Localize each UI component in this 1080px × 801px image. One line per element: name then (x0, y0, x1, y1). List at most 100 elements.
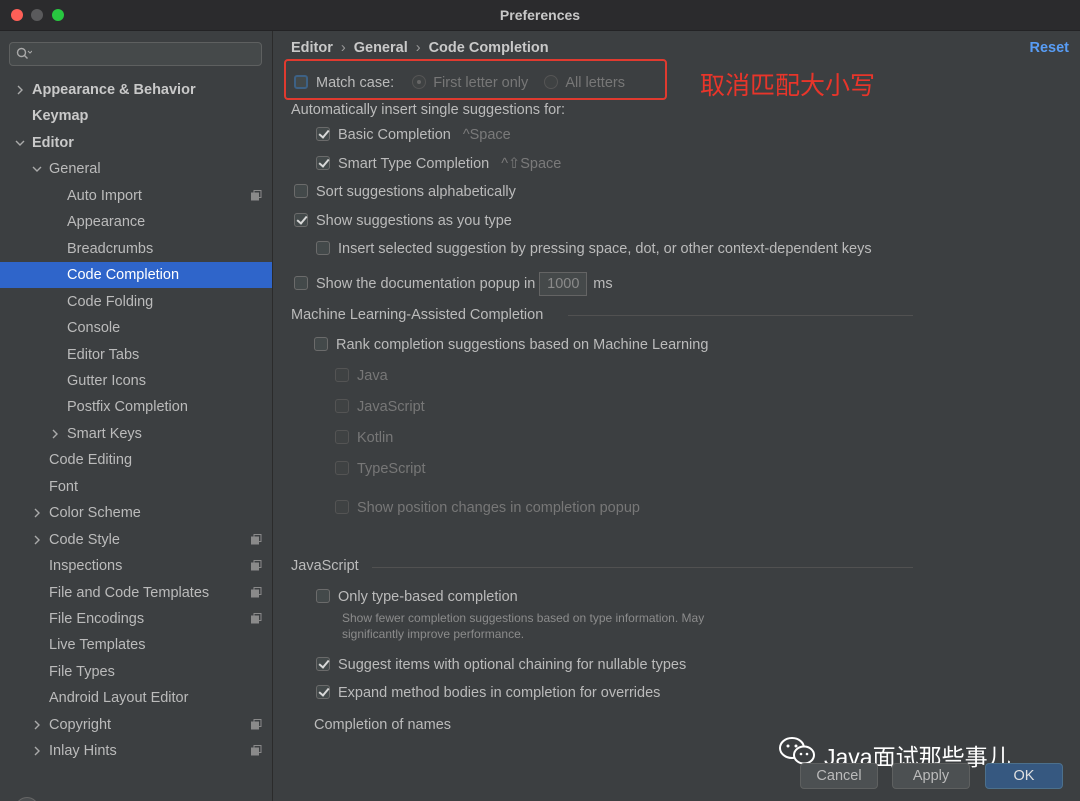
basic-completion-row: Basic Completion ^Space (316, 127, 511, 143)
smart-completion-shortcut: ^⇧Space (501, 156, 562, 172)
js-hint-line-2: significantly improve performance. (342, 627, 525, 641)
js-expand-method-checkbox[interactable] (316, 685, 330, 699)
cancel-button[interactable]: Cancel (800, 763, 878, 789)
insert-selected-label: Insert selected suggestion by pressing s… (338, 241, 872, 257)
doc-popup-checkbox[interactable] (294, 275, 308, 290)
chevron-right-icon[interactable] (32, 720, 42, 730)
settings-sidebar: Appearance & Behavior Keymap Editor General… (0, 31, 273, 801)
sidebar-item-appearance[interactable]: Appearance (0, 209, 272, 235)
ml-typescript-row: TypeScript (335, 461, 426, 477)
project-scope-icon (251, 560, 262, 571)
js-only-type-row: Only type-based completion (316, 589, 518, 605)
sidebar-item-label: Console (67, 320, 121, 337)
chevron-right-icon[interactable] (15, 85, 25, 95)
breadcrumb-editor[interactable]: Editor (291, 40, 333, 56)
sidebar-item-inlay-hints[interactable]: Inlay Hints (0, 738, 272, 764)
sidebar-item-code-folding[interactable]: Code Folding (0, 289, 272, 315)
sidebar-item-editor[interactable]: Editor (0, 130, 272, 156)
basic-completion-shortcut: ^Space (462, 127, 511, 143)
project-scope-icon (251, 533, 262, 545)
ml-rank-checkbox[interactable] (314, 337, 328, 351)
chevron-down-icon[interactable] (15, 138, 25, 148)
sort-alpha-checkbox[interactable] (294, 184, 308, 198)
ml-kotlin-row: Kotlin (335, 430, 393, 446)
ml-java-row: Java (335, 368, 388, 384)
breadcrumb-current: Code Completion (428, 40, 549, 56)
insert-selected-checkbox[interactable] (316, 241, 330, 255)
sidebar-item-auto-import[interactable]: Auto Import (0, 183, 272, 209)
ml-position-checkbox[interactable] (335, 500, 349, 514)
js-optional-chaining-row: Suggest items with optional chaining for… (316, 657, 686, 673)
doc-popup-delay-input[interactable]: 1000 (539, 272, 588, 296)
sidebar-item-label: File Encodings (49, 611, 145, 627)
window-title: Preferences (499, 7, 581, 23)
sidebar-item-label: Breadcrumbs (67, 240, 154, 257)
sidebar-item-android-layout-editor[interactable]: Android Layout Editor (0, 685, 272, 711)
show-as-type-checkbox[interactable] (294, 213, 308, 227)
js-expand-method-row: Expand method bodies in completion for o… (316, 685, 660, 701)
sidebar-item-label: Copyright (49, 716, 112, 733)
sidebar-item-label: Color Scheme (49, 505, 141, 522)
doc-popup-label: Show the documentation popup in (316, 275, 536, 292)
sidebar-item-font[interactable]: Font (0, 474, 272, 500)
sidebar-item-inspections[interactable]: Inspections (0, 553, 272, 579)
sidebar-item-copyright[interactable]: Copyright (0, 712, 272, 738)
basic-completion-checkbox[interactable] (316, 127, 330, 141)
ok-button[interactable]: OK (985, 763, 1063, 789)
ml-rank-label: Rank completion suggestions based on Mac… (336, 337, 709, 353)
ml-typescript-label: TypeScript (357, 461, 426, 477)
sidebar-item-label: Font (49, 478, 79, 495)
chevron-right-icon[interactable] (32, 746, 42, 756)
project-scope-icon (251, 613, 262, 624)
annotation-highlight-box (284, 59, 667, 100)
js-hint-line-1: Show fewer completion suggestions based … (342, 611, 705, 625)
sidebar-item-file-encodings[interactable]: File Encodings (0, 606, 272, 632)
sidebar-item-code-editing[interactable]: Code Editing (0, 447, 272, 473)
sidebar-item-console[interactable]: Console (0, 315, 272, 341)
sidebar-item-color-scheme[interactable]: Color Scheme (0, 500, 272, 526)
chevron-right-icon[interactable] (50, 429, 60, 439)
js-section-title: JavaScript (291, 558, 359, 574)
ml-java-label: Java (357, 368, 388, 384)
js-optional-chaining-checkbox[interactable] (316, 657, 330, 671)
sidebar-item-label: Code Folding (67, 293, 154, 310)
sidebar-item-code-completion[interactable]: Code Completion (0, 262, 272, 289)
help-button[interactable]: ? (15, 797, 39, 801)
ml-kotlin-checkbox[interactable] (335, 430, 349, 444)
ml-typescript-checkbox[interactable] (335, 461, 349, 475)
sidebar-item-general[interactable]: General (0, 156, 272, 182)
chevron-right-icon[interactable] (32, 535, 42, 545)
smart-completion-checkbox[interactable] (316, 156, 330, 170)
smart-completion-row: Smart Type Completion ^⇧Space (316, 156, 561, 172)
sidebar-item-editor-tabs[interactable]: Editor Tabs (0, 342, 272, 368)
project-scope-icon (251, 586, 262, 598)
ml-javascript-checkbox[interactable] (335, 399, 349, 413)
apply-button[interactable]: Apply (892, 763, 970, 789)
sidebar-item-code-style[interactable]: Code Style (0, 527, 272, 553)
sidebar-item-label: Auto Import (67, 187, 142, 204)
sidebar-item-file-types[interactable]: File Types (0, 659, 272, 685)
search-input[interactable] (9, 42, 262, 66)
sidebar-item-file-and-code-templates[interactable]: File and Code Templates (0, 580, 272, 606)
reset-link[interactable]: Reset (1030, 40, 1070, 56)
sidebar-item-label: Inlay Hints (49, 743, 117, 760)
ml-rank-row: Rank completion suggestions based on Mac… (314, 337, 708, 353)
sidebar-item-smart-keys[interactable]: Smart Keys (0, 421, 272, 447)
sidebar-item-appearance-behavior[interactable]: Appearance & Behavior (0, 77, 272, 103)
js-only-type-checkbox[interactable] (316, 589, 330, 603)
sidebar-item-label: Inspections (49, 558, 123, 575)
sidebar-item-label: File and Code Templates (49, 584, 210, 601)
doc-popup-unit: ms (593, 275, 613, 292)
sidebar-item-live-templates[interactable]: Live Templates (0, 632, 272, 658)
breadcrumb-general[interactable]: General (354, 40, 408, 56)
sidebar-item-postfix-completion[interactable]: Postfix Completion (0, 394, 272, 420)
js-only-type-hint: Show fewer completion suggestions based … (342, 610, 704, 642)
sidebar-item-label: General (49, 161, 101, 178)
sidebar-item-keymap[interactable]: Keymap (0, 103, 272, 129)
sidebar-item-breadcrumbs[interactable]: Breadcrumbs (0, 236, 272, 262)
sidebar-item-gutter-icons[interactable]: Gutter Icons (0, 368, 272, 394)
chevron-right-icon[interactable] (32, 508, 42, 518)
sidebar-item-label: Code Style (49, 531, 120, 548)
chevron-down-icon[interactable] (32, 164, 42, 174)
ml-java-checkbox[interactable] (335, 368, 349, 382)
